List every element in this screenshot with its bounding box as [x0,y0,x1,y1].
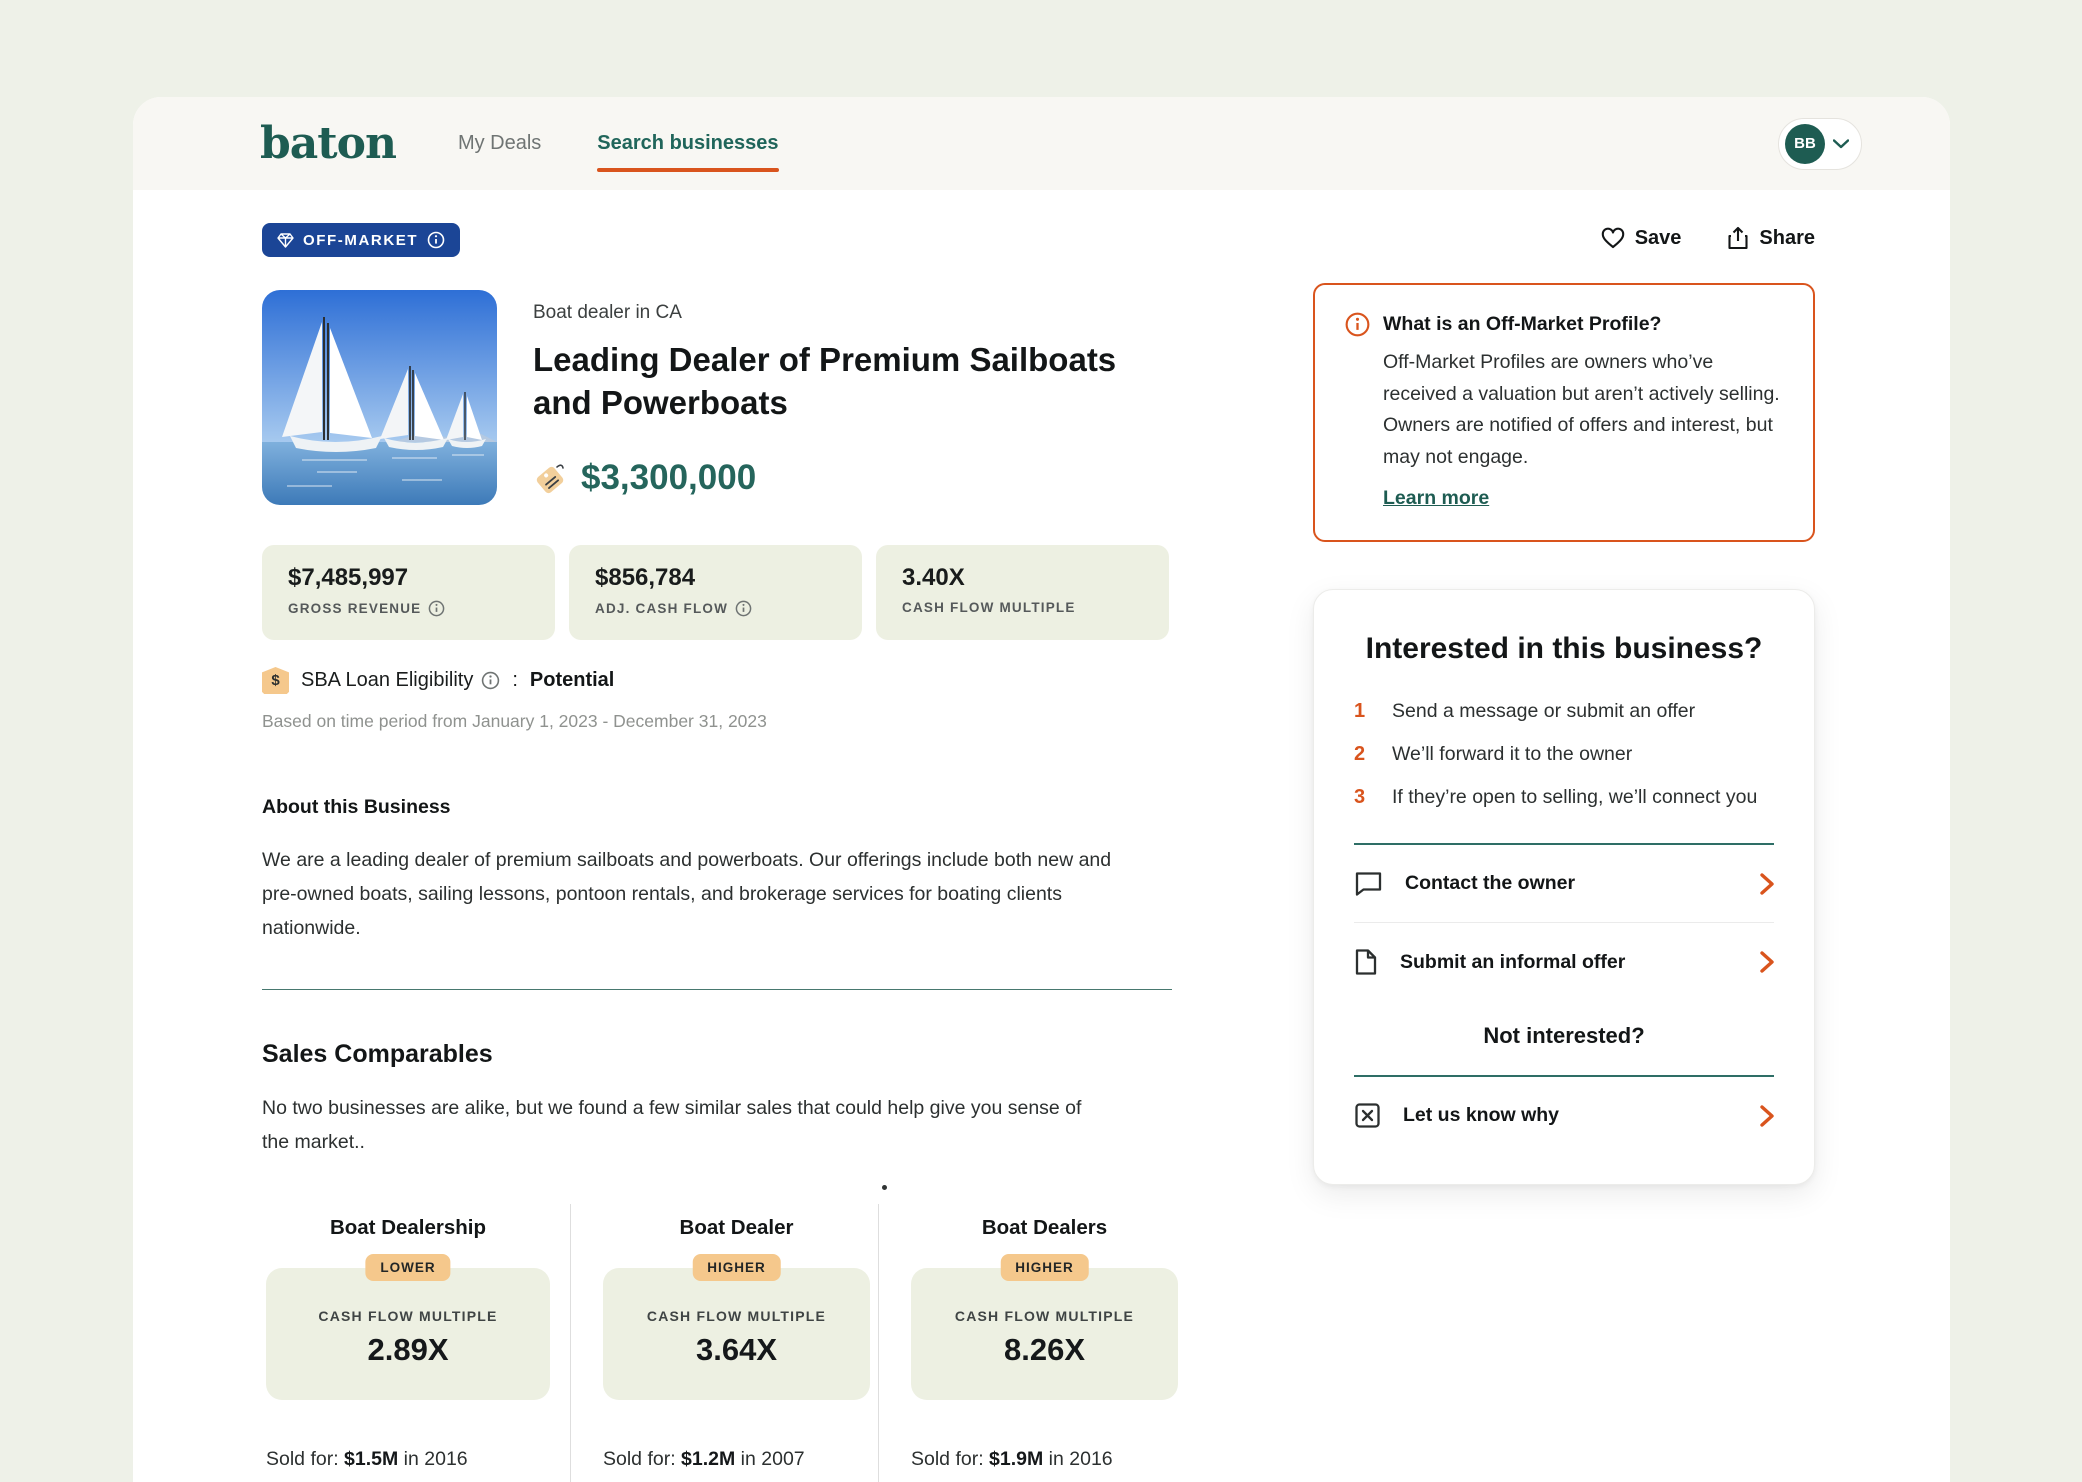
interested-heading: Interested in this business? [1354,632,1774,666]
about-body: We are a leading dealer of premium sailb… [262,843,1147,945]
listing-hero: Boat dealer in CA Leading Dealer of Prem… [262,290,1187,505]
comparison-badge: LOWER [365,1254,450,1281]
let-us-know-button[interactable]: Let us know why [1354,1077,1774,1154]
tab-my-deals[interactable]: My Deals [458,132,541,155]
step-item: 1 Send a message or submit an offer [1354,700,1774,723]
contact-owner-button[interactable]: Contact the owner [1354,845,1774,922]
asking-price: $3,300,000 [581,458,756,498]
main-nav: My Deals Search businesses [458,132,779,155]
comparable-card: Boat Dealers HIGHER CASH FLOW MULTIPLE 8… [878,1204,1186,1482]
listing-title: Leading Dealer of Premium Sailboats and … [533,338,1173,424]
submit-offer-button[interactable]: Submit an informal offer [1354,922,1774,1001]
learn-more-link[interactable]: Learn more [1383,487,1489,510]
stat-cash-flow-multiple: 3.40X CASH FLOW MULTIPLE [876,545,1169,640]
interested-steps: 1 Send a message or submit an offer 2 We… [1354,700,1774,809]
avatar: BB [1785,124,1825,164]
stats-row: $7,485,997 GROSS REVENUE $856,784 ADJ. C… [262,545,1187,640]
top-header: baton My Deals Search businesses BB [133,97,1950,190]
price-tag-icon [533,461,567,495]
stat-adj-cash-flow: $856,784 ADJ. CASH FLOW [569,545,862,640]
comparables-heading: Sales Comparables [262,1040,1187,1069]
account-menu[interactable]: BB [1778,118,1862,170]
info-icon[interactable] [735,600,752,617]
info-icon [1345,312,1370,337]
info-icon[interactable] [427,231,445,249]
chevron-right-icon [1760,1105,1774,1127]
share-icon [1727,226,1749,250]
gem-icon [277,233,294,248]
section-divider [262,989,1172,990]
sba-value: Potential [530,669,614,692]
comparables-row: Boat Dealership LOWER CASH FLOW MULTIPLE… [262,1204,1187,1482]
heart-icon [1601,227,1625,249]
info-icon[interactable] [481,671,500,690]
offmarket-info-box: What is an Off-Market Profile? Off-Marke… [1313,283,1815,542]
save-button[interactable]: Save [1601,226,1682,250]
info-icon[interactable] [428,600,445,617]
comparables-intro: No two businesses are alike, but we foun… [262,1091,1092,1159]
chevron-down-icon [1833,139,1849,149]
comparison-badge: HIGHER [1000,1254,1089,1281]
offmarket-info-heading: What is an Off-Market Profile? [1383,313,1661,336]
interested-card: Interested in this business? 1 Send a me… [1313,589,1815,1185]
chevron-right-icon [1760,873,1774,895]
comparable-card: Boat Dealer HIGHER CASH FLOW MULTIPLE 3.… [570,1204,878,1482]
offmarket-badge[interactable]: OFF-MARKET [262,223,460,257]
listing-actions: Save Share [1313,226,1815,250]
baton-logo[interactable]: baton [260,122,396,166]
offmarket-info-body: Off-Market Profiles are owners who’ve re… [1383,347,1785,473]
carousel-dot[interactable] [882,1185,887,1190]
step-item: 3 If they’re open to selling, we’ll conn… [1354,786,1774,809]
stat-gross-revenue: $7,485,997 GROSS REVENUE [262,545,555,640]
document-icon [1354,948,1378,976]
listing-photo [262,290,497,505]
step-item: 2 We’ll forward it to the owner [1354,743,1774,766]
comparison-badge: HIGHER [692,1254,781,1281]
comparable-card: Boat Dealership LOWER CASH FLOW MULTIPLE… [262,1204,570,1482]
main-panel: baton My Deals Search businesses BB OFF-… [133,97,1950,1482]
not-interested-heading: Not interested? [1354,1023,1774,1049]
listing-category: Boat dealer in CA [533,302,1173,324]
chat-bubble-icon [1354,870,1383,897]
listing-sidebar: Save Share What is an Off-Market Profile… [1313,190,1815,1185]
offmarket-badge-label: OFF-MARKET [303,232,418,249]
tab-search-businesses[interactable]: Search businesses [597,132,778,155]
dollar-badge-icon: $ [262,667,289,694]
sba-eligibility: $ SBA Loan Eligibility : Potential [262,667,1187,694]
x-square-icon [1354,1102,1381,1129]
about-heading: About this Business [262,796,1187,819]
listing-main: OFF-MARKET [262,190,1187,1482]
chevron-right-icon [1760,951,1774,973]
time-period-note: Based on time period from January 1, 202… [262,711,1187,732]
share-button[interactable]: Share [1727,226,1815,250]
